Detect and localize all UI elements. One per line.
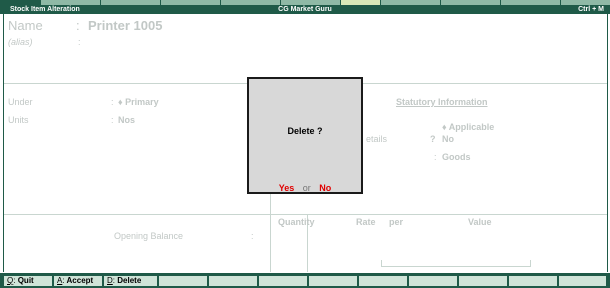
- blank-button[interactable]: [258, 275, 308, 287]
- quit-button[interactable]: Q: Quit: [3, 275, 53, 287]
- dialog-choices: Yes or No: [249, 183, 361, 193]
- blank-button[interactable]: [508, 275, 558, 287]
- no-button[interactable]: No: [319, 183, 331, 193]
- under-label: Under: [8, 97, 33, 107]
- company-title: CG Market Guru: [278, 6, 332, 13]
- units-label: Units: [8, 115, 29, 125]
- blank-button[interactable]: [358, 275, 408, 287]
- quantity-header: Quantity: [278, 217, 315, 227]
- under-colon: :: [111, 97, 114, 107]
- accept-button[interactable]: A: Accept: [53, 275, 103, 287]
- yes-button[interactable]: Yes: [279, 183, 295, 193]
- accept-label: Accept: [66, 276, 94, 285]
- blank-button[interactable]: [408, 275, 458, 287]
- statutory-details-label: etails: [366, 134, 388, 144]
- quit-key: Q: [7, 276, 14, 285]
- accept-key: A: [57, 276, 63, 285]
- rate-header: Rate: [356, 217, 376, 227]
- delete-dialog: Delete ? Yes or No: [247, 77, 363, 194]
- total-box: [381, 260, 531, 267]
- name-label: Name: [8, 18, 43, 33]
- opening-balance-colon: :: [251, 231, 254, 241]
- under-field[interactable]: ♦ Primary: [118, 97, 159, 107]
- applicable-field[interactable]: ♦ Applicable: [442, 122, 494, 132]
- divider: [4, 214, 607, 215]
- name-field[interactable]: Printer 1005: [88, 18, 162, 33]
- no-field[interactable]: No: [442, 134, 454, 144]
- alias-label: (alias): [8, 37, 33, 47]
- blank-button[interactable]: [158, 275, 208, 287]
- divider: [270, 186, 271, 272]
- delete-key: D: [107, 276, 113, 285]
- qmark: ?: [430, 134, 436, 144]
- blank-button[interactable]: [558, 275, 607, 287]
- blank-button[interactable]: [208, 275, 258, 287]
- name-colon: :: [76, 18, 80, 33]
- dialog-message: Delete ?: [287, 126, 323, 136]
- or-label: or: [302, 183, 311, 193]
- units-colon: :: [111, 115, 114, 125]
- value-header: Value: [468, 217, 492, 227]
- per-header: per: [389, 217, 404, 227]
- delete-button[interactable]: D: Delete: [103, 275, 158, 287]
- units-field[interactable]: Nos: [118, 115, 135, 125]
- blank-button[interactable]: [458, 275, 508, 287]
- quit-label: Quit: [17, 276, 34, 285]
- statutory-heading: Statutory Information: [396, 97, 488, 107]
- shortcut-hint: Ctrl + M: [578, 6, 604, 13]
- alias-colon: :: [78, 37, 81, 47]
- button-bar: Q: Quit A: Accept D: Delete: [0, 273, 610, 288]
- blank-button[interactable]: [308, 275, 358, 287]
- delete-label: Delete: [117, 276, 142, 285]
- opening-balance-label: Opening Balance: [114, 231, 184, 241]
- goods-colon: :: [434, 152, 437, 162]
- title-bar: Stock Item Alteration CG Market Guru Ctr…: [0, 5, 610, 14]
- goods-field[interactable]: Goods: [442, 152, 471, 162]
